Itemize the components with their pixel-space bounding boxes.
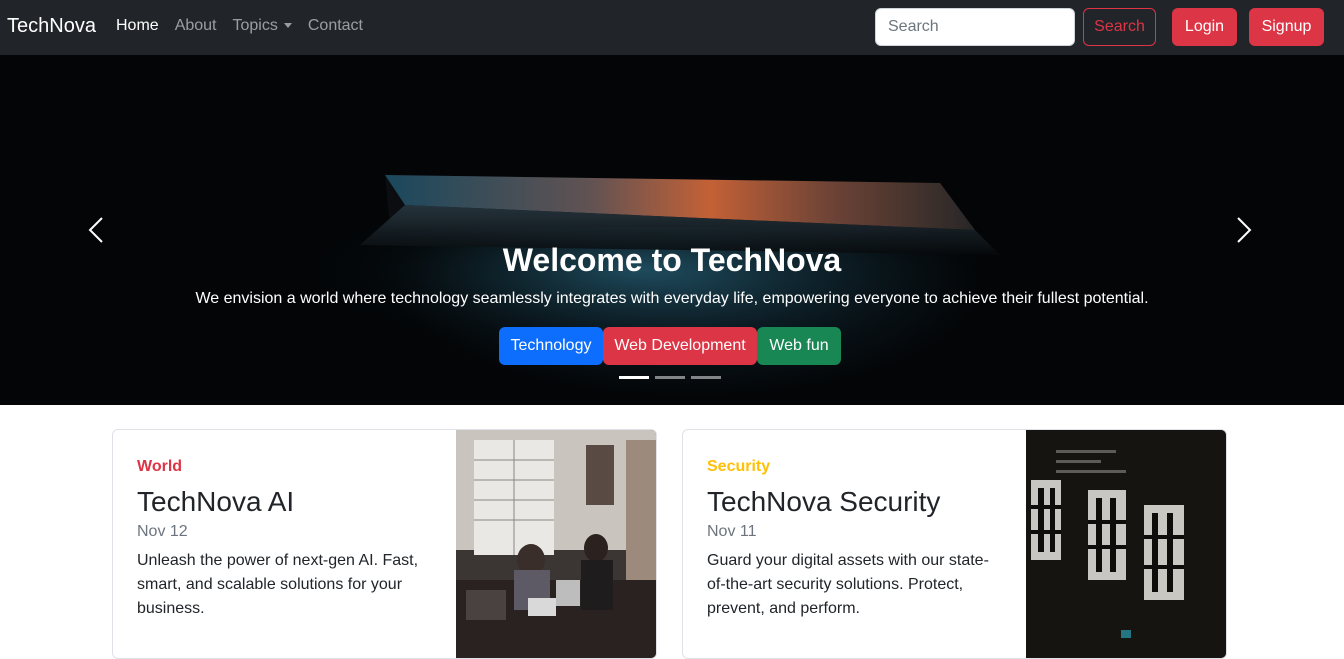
carousel-indicator-3[interactable] — [691, 376, 721, 379]
nav-link-about[interactable]: About — [175, 17, 217, 35]
signup-button[interactable]: Signup — [1249, 8, 1324, 46]
card-title: TechNova AI — [137, 486, 295, 517]
navbar: TechNova Home About Topics Contact Searc… — [0, 0, 1344, 55]
card-category: Security — [707, 458, 771, 475]
card-text: Guard your digital assets with our state… — [707, 552, 989, 617]
card-title: TechNova Security — [707, 486, 941, 517]
card-category: World — [137, 458, 183, 475]
nav-links: Home About Topics Contact — [116, 17, 379, 35]
search-input[interactable] — [875, 8, 1075, 46]
carousel-next-icon[interactable] — [1228, 215, 1258, 245]
technology-button[interactable]: Technology — [499, 327, 603, 365]
hero-title: Welcome to TechNova — [502, 242, 842, 278]
hero-subtitle: We envision a world where technology sea… — [195, 290, 1149, 307]
hero-carousel: Welcome to TechNova We envision a world … — [0, 55, 1344, 405]
carousel-indicators — [619, 376, 721, 379]
carousel-prev-icon[interactable] — [82, 215, 112, 245]
brand-logo[interactable]: TechNova — [7, 15, 96, 38]
card-image-office — [456, 430, 656, 658]
carousel-indicator-1[interactable] — [619, 376, 649, 379]
web-development-button[interactable]: Web Development — [603, 327, 757, 365]
card-text: Unleash the power of next-gen AI. Fast, … — [137, 552, 419, 617]
card-image-terminal — [1026, 430, 1226, 658]
search-button[interactable]: Search — [1083, 8, 1156, 46]
login-button[interactable]: Login — [1172, 8, 1237, 46]
card-date: Nov 12 — [137, 523, 188, 540]
nav-link-home[interactable]: Home — [116, 17, 159, 35]
nav-link-topics-label: Topics — [232, 17, 278, 34]
nav-link-topics[interactable]: Topics — [233, 17, 292, 35]
nav-link-contact[interactable]: Contact — [308, 17, 363, 35]
featured-card-security: Security TechNova Security Nov 11 Guard … — [682, 429, 1227, 659]
chevron-down-icon — [283, 23, 292, 29]
hero-buttons: Technology Web Development Web fun — [499, 327, 841, 365]
carousel-indicator-2[interactable] — [655, 376, 685, 379]
featured-card-ai: World TechNova AI Nov 12 Unleash the pow… — [112, 429, 657, 659]
card-date: Nov 11 — [707, 523, 757, 540]
web-fun-button[interactable]: Web fun — [757, 327, 841, 365]
